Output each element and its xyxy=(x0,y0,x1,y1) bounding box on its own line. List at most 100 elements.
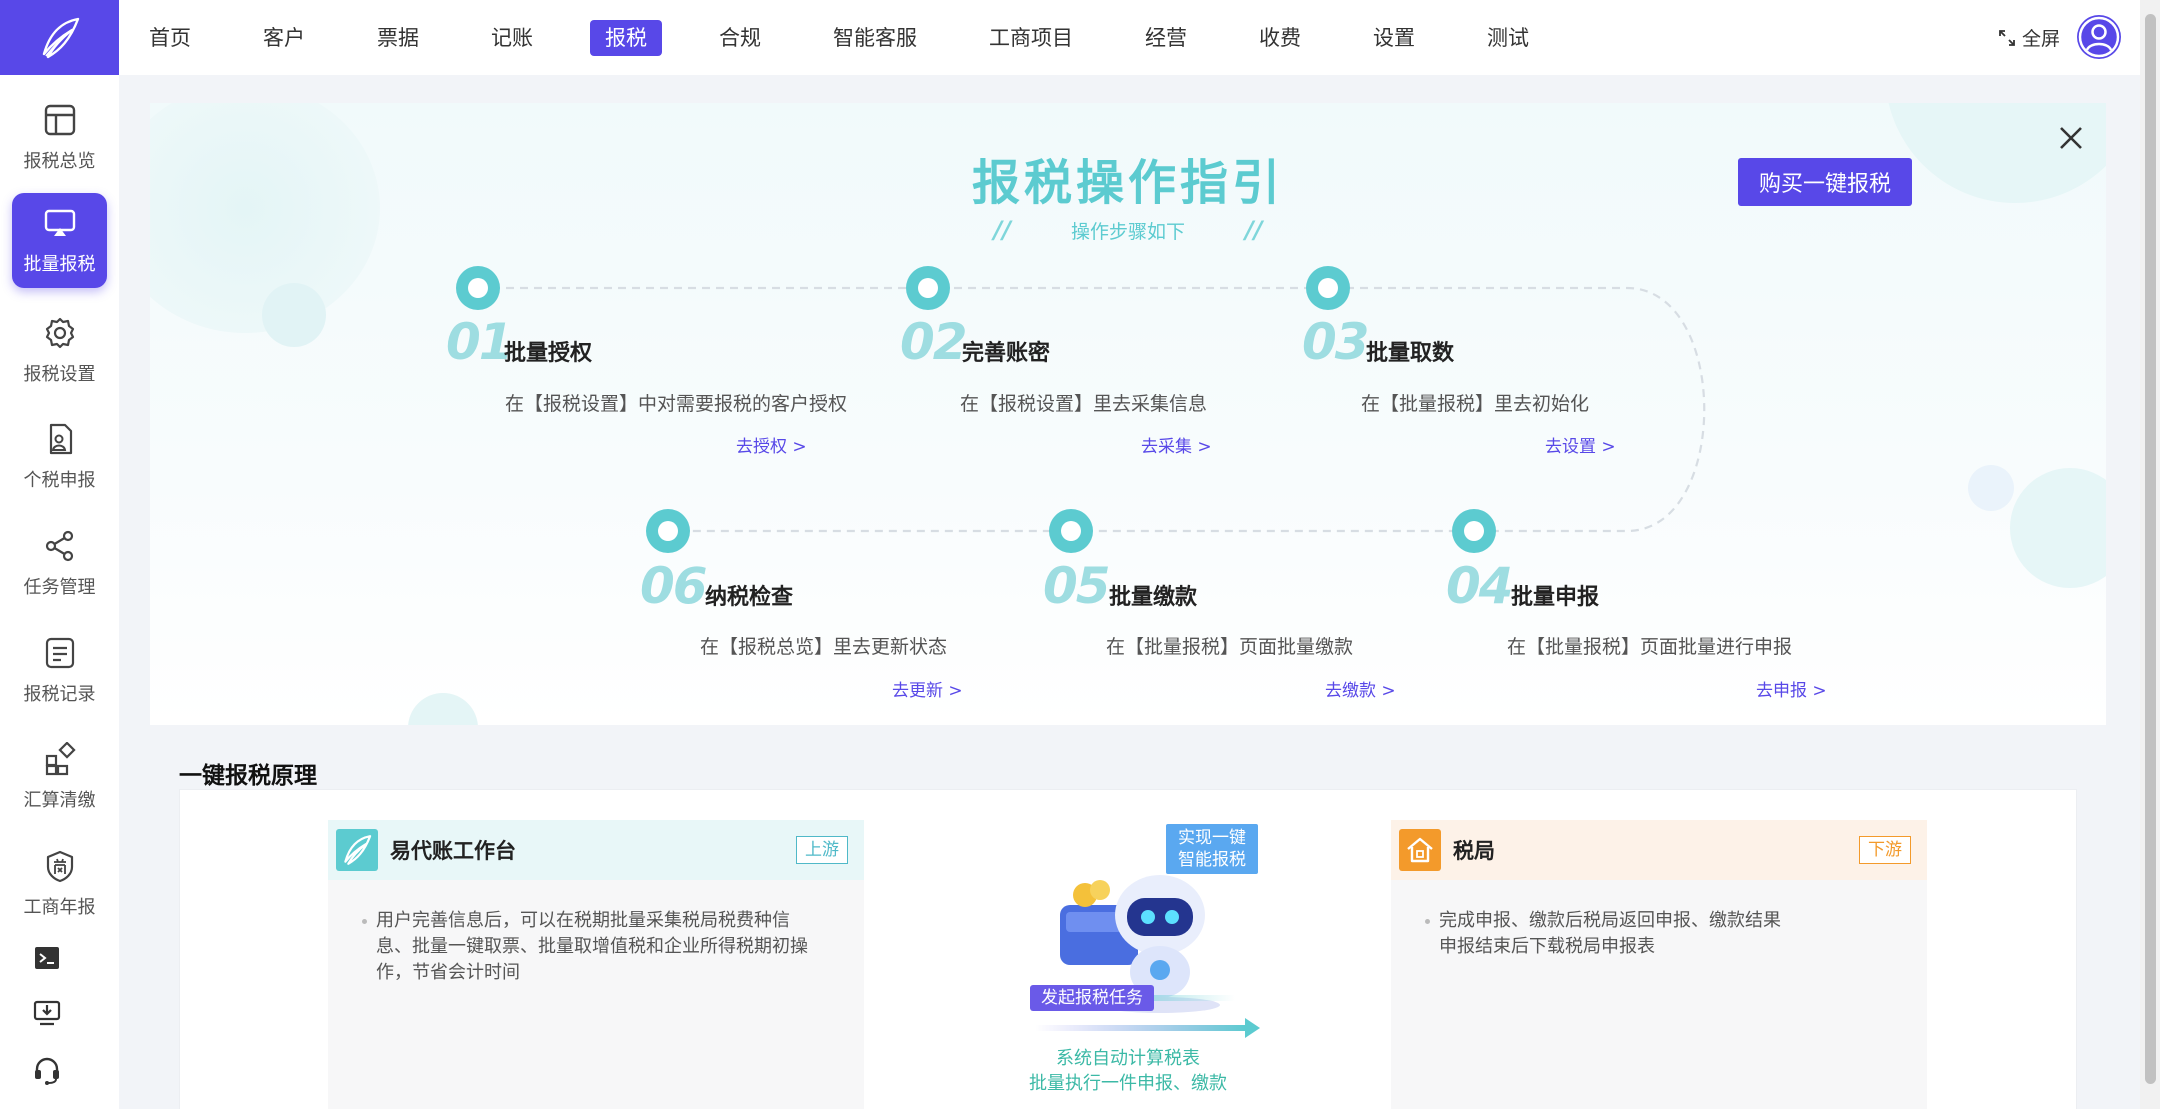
principle-section-title: 一键报税原理 xyxy=(179,763,317,789)
step-title: 批量申报 xyxy=(1511,585,1600,610)
downstream-line: 完成申报、缴款后税局返回申报、缴款结果 xyxy=(1439,910,1781,931)
step-title: 批量授权 xyxy=(504,341,593,366)
step-dot-5 xyxy=(1049,509,1093,553)
step-number: 03 xyxy=(1302,313,1370,371)
downstream-card-title: 税局 xyxy=(1453,839,1495,863)
sidebar-item-batch-tax[interactable]: 批量报税 xyxy=(12,193,107,288)
upstream-card-text: 用户完善信息后，可以在税期批量采集税局税费种信息、批量一键取票、批量取增值税和企… xyxy=(362,908,816,986)
nav-bookkeeping[interactable]: 记账 xyxy=(476,20,548,56)
step-number: 01 xyxy=(446,313,514,371)
terminal-icon[interactable] xyxy=(32,943,62,973)
expand-icon xyxy=(1999,29,2015,46)
nav-customers[interactable]: 客户 xyxy=(248,20,320,56)
smart-tax-tag-line: 实现一键 xyxy=(1178,828,1246,848)
step-dot-1 xyxy=(456,266,500,310)
workbench-logo xyxy=(336,829,378,871)
nav-home[interactable]: 首页 xyxy=(134,20,206,56)
step-dot-3 xyxy=(1306,266,1350,310)
feather-logo-icon xyxy=(344,835,372,865)
nav-invoices[interactable]: 票据 xyxy=(362,20,434,56)
upstream-card: 易代账工作台 上游 用户完善信息后，可以在税期批量采集税局税费种信息、批量一键取… xyxy=(328,820,864,1109)
step-title: 批量取数 xyxy=(1366,341,1455,366)
nav-operations[interactable]: 经营 xyxy=(1130,20,1202,56)
sidebar-item-label: 个税申报 xyxy=(23,469,96,491)
auto-calc-text: 系统自动计算税表 批量执行一件申报、缴款 xyxy=(990,1046,1266,1096)
headset-icon[interactable] xyxy=(32,1055,62,1085)
downstream-card: 税局 下游 完成申报、缴款后税局返回申报、缴款结果 申报结束后下载税局申报表 xyxy=(1391,820,1927,1109)
go-authorize-link[interactable]: 去授权 > xyxy=(736,432,807,457)
sidebar-item-label: 任务管理 xyxy=(23,576,96,598)
step-number: 06 xyxy=(640,557,708,615)
person-doc-icon xyxy=(49,423,72,454)
step-dot-6 xyxy=(646,509,690,553)
upstream-card-header: 易代账工作台 上游 xyxy=(328,820,864,880)
nav-settings[interactable]: 设置 xyxy=(1358,20,1430,56)
sidebar-item-tax-settings[interactable]: 报税设置 xyxy=(12,303,107,398)
sidebar-item-label: 报税总览 xyxy=(23,150,96,172)
user-avatar[interactable] xyxy=(2077,15,2121,59)
shop-badge-icon xyxy=(46,850,73,882)
step-title: 批量缴款 xyxy=(1109,585,1198,610)
nav-tax-filing[interactable]: 报税 xyxy=(590,19,662,56)
nav-business-projects[interactable]: 工商项目 xyxy=(974,20,1088,56)
scrollbar-thumb[interactable] xyxy=(2145,14,2156,1084)
bullet-dot xyxy=(1425,919,1430,924)
fullscreen-button[interactable]: 全屏 xyxy=(1998,24,2060,51)
share-icon xyxy=(45,530,73,561)
feather-logo-icon xyxy=(42,17,79,58)
upstream-description: 用户完善信息后，可以在税期批量采集税局税费种信息、批量一键取票、批量取增值税和企… xyxy=(376,910,808,983)
bullet-dot xyxy=(362,919,367,924)
user-icon xyxy=(2078,16,2120,58)
upstream-card-title: 易代账工作台 xyxy=(390,839,516,863)
step-dot-4 xyxy=(1452,509,1496,553)
sidebar-item-tax-records[interactable]: 报税记录 xyxy=(12,623,107,718)
top-bar: 首页 客户 票据 记账 报税 合规 智能客服 工商项目 经营 收费 设置 测试 … xyxy=(0,0,2140,75)
sidebar-item-label: 汇算清缴 xyxy=(23,789,96,811)
go-setup-link[interactable]: 去设置 > xyxy=(1545,432,1616,457)
sidebar-item-task-management[interactable]: 任务管理 xyxy=(12,516,107,611)
robot-illustration: 实现一键 智能报税 发起报税任务 系统自动计算税表 批量执行一件申报、缴款 xyxy=(990,820,1290,1109)
sidebar-item-personal-tax[interactable]: 个税申报 xyxy=(12,409,107,504)
downstream-line: 申报结束后下载税局申报表 xyxy=(1439,936,1655,957)
download-screen-icon[interactable] xyxy=(32,998,62,1028)
go-pay-link[interactable]: 去缴款 > xyxy=(1325,676,1396,701)
upstream-tag: 上游 xyxy=(796,836,848,864)
nav-test[interactable]: 测试 xyxy=(1472,20,1544,56)
step-title: 纳税检查 xyxy=(705,585,794,610)
step-dot-2 xyxy=(906,266,950,310)
sidebar-item-label: 报税记录 xyxy=(23,683,96,705)
step-description: 在【报税设置】中对需要报税的客户授权 xyxy=(505,393,848,415)
list-icon xyxy=(45,637,74,668)
go-update-link[interactable]: 去更新 > xyxy=(892,676,963,701)
go-collect-link[interactable]: 去采集 > xyxy=(1141,432,1212,457)
app-logo[interactable] xyxy=(0,0,119,75)
sidebar-item-annual-settlement[interactable]: 汇算清缴 xyxy=(12,729,107,824)
nav-billing[interactable]: 收费 xyxy=(1244,20,1316,56)
step-description: 在【批量报税】里去初始化 xyxy=(1361,393,1590,415)
downstream-tag: 下游 xyxy=(1859,836,1911,864)
nav-compliance[interactable]: 合规 xyxy=(704,20,776,56)
fullscreen-label: 全屏 xyxy=(2022,28,2061,50)
step-description: 在【批量报税】页面批量进行申报 xyxy=(1507,636,1793,658)
step-description: 在【报税总览】里去更新状态 xyxy=(700,636,948,658)
auto-calc-line: 批量执行一件申报、缴款 xyxy=(1029,1073,1227,1094)
sidebar-item-label: 报税设置 xyxy=(23,363,96,385)
gear-icon xyxy=(45,317,74,348)
downstream-card-header: 税局 下游 xyxy=(1391,820,1927,880)
top-nav: 首页 客户 票据 记账 报税 合规 智能客服 工商项目 经营 收费 设置 测试 xyxy=(134,0,1586,75)
go-declare-link[interactable]: 去申报 > xyxy=(1756,676,1827,701)
sidebar: 报税总览 批量报税 报税设置 个税申报 任务管理 报税记录 汇算清缴 工商年报 xyxy=(0,75,119,1109)
tax-guide-panel: 报税操作指引 //操作步骤如下// 购买一键报税 01 批量授权 在【报税设置】… xyxy=(150,103,2106,725)
sidebar-item-label: 工商年报 xyxy=(23,896,96,918)
grid-icon xyxy=(45,741,76,775)
step-number: 04 xyxy=(1446,557,1514,615)
smart-tax-tag: 实现一键 智能报税 xyxy=(1166,824,1258,874)
step-description: 在【批量报税】页面批量缴款 xyxy=(1106,636,1354,658)
house-icon xyxy=(1407,837,1433,863)
step-title: 完善账密 xyxy=(962,341,1051,366)
smart-tax-tag-line: 智能报税 xyxy=(1178,850,1246,870)
start-tax-task-label: 发起报税任务 xyxy=(1030,985,1154,1011)
nav-smart-service[interactable]: 智能客服 xyxy=(818,20,932,56)
sidebar-item-tax-overview[interactable]: 报税总览 xyxy=(12,90,107,185)
sidebar-item-business-annual-report[interactable]: 工商年报 xyxy=(12,836,107,931)
